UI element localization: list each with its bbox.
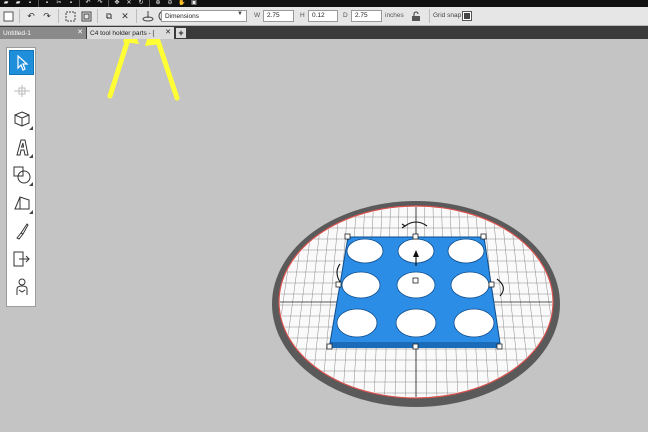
divider (108, 0, 109, 7)
group-icon[interactable] (63, 9, 77, 23)
copy-icon[interactable]: ⧉ (102, 9, 116, 23)
depth-label: D (343, 12, 348, 19)
height-label: H (300, 12, 305, 19)
print-icon[interactable]: ▪ (41, 0, 53, 7)
shapes-tool[interactable] (9, 162, 34, 187)
height-field[interactable]: 0.12 (308, 10, 338, 22)
grid-snap-label: Grid snap (433, 12, 462, 19)
redo-icon[interactable]: ↷ (94, 0, 106, 7)
figure-icon (16, 278, 27, 295)
cursor-icon (16, 54, 29, 71)
submenu-corner (29, 126, 33, 130)
select-tool[interactable] (9, 50, 34, 75)
primitives-tool[interactable] (9, 106, 34, 131)
divider (149, 0, 150, 7)
select-box-icon[interactable] (1, 9, 15, 23)
cube-icon (14, 110, 29, 127)
save-icon[interactable]: ▪ (24, 0, 36, 7)
rotate-icon[interactable]: ↻ (135, 0, 147, 7)
import-tool[interactable] (9, 246, 34, 271)
drop-to-base-icon[interactable] (141, 9, 155, 23)
pan-icon[interactable]: ✥ (111, 0, 123, 7)
tab-label: C4 tool holder parts - [ (90, 29, 155, 37)
figure-tool[interactable] (9, 274, 34, 299)
folder-open-icon[interactable]: ▰ (0, 0, 12, 7)
fit-icon[interactable]: ▣ (188, 0, 200, 7)
folder-icon[interactable]: ▰ (12, 0, 24, 7)
width-field[interactable]: 2.75 (263, 10, 294, 22)
divider (79, 0, 80, 7)
submenu-corner (29, 154, 33, 158)
delete-icon[interactable]: ✕ (118, 9, 132, 23)
submenu-corner (29, 182, 33, 186)
zoom-out-icon[interactable]: ⊖ (164, 0, 176, 7)
dimensions-select[interactable]: Dimensions ▼ (161, 10, 247, 22)
viewport-3d[interactable] (0, 39, 648, 432)
divider (38, 0, 39, 7)
grid-snap-checkbox[interactable] (462, 11, 472, 21)
scene (107, 39, 560, 407)
width-label: W (254, 12, 261, 19)
depth-field[interactable]: 2.75 (351, 10, 382, 22)
property-toolbar: ↶ ↷ ⧉ ✕ Dimensions ▼ W 2.75 H 0.12 D 2.7… (0, 7, 648, 26)
redo-icon[interactable]: ↷ (40, 9, 54, 23)
move-tool[interactable] (9, 78, 34, 103)
text-tool[interactable] (9, 134, 34, 159)
shapes-icon (13, 166, 30, 183)
tab-untitled-1[interactable]: Untitled-1 ✕ (0, 27, 86, 39)
submenu-corner (29, 210, 33, 214)
move-arrows-icon (13, 84, 30, 97)
divider (58, 9, 59, 23)
knife-icon (15, 222, 29, 240)
divider (429, 9, 430, 23)
dimensions-select-value: Dimensions (165, 12, 199, 20)
divider (136, 9, 137, 23)
tool-panel (6, 47, 36, 307)
divider (19, 9, 20, 23)
hand-icon[interactable]: ✋ (176, 0, 188, 7)
undo-icon[interactable]: ↶ (82, 0, 94, 7)
text-a-icon (15, 139, 29, 155)
extrude-icon (13, 195, 29, 209)
scissors-icon[interactable]: ✂ (53, 0, 65, 7)
annotation-arrows (107, 39, 180, 101)
chevron-down-icon: ▼ (237, 11, 243, 17)
top-icon-strip: ▰ ▰ ▪ ▪ ✂ ▪ ↶ ↷ ✥ ✕ ↻ ⊕ ⊖ ✋ ▣ (0, 0, 648, 7)
move-icon[interactable]: ✕ (123, 0, 135, 7)
units-label: inches (385, 12, 404, 19)
import-icon (13, 251, 30, 266)
zoom-in-icon[interactable]: ⊕ (152, 0, 164, 7)
close-icon[interactable]: ✕ (77, 28, 83, 36)
lock-icon[interactable] (410, 10, 422, 22)
divider (97, 9, 98, 23)
cut-tool[interactable] (9, 218, 34, 243)
ungroup-icon[interactable] (79, 9, 93, 23)
trash-icon[interactable]: ▪ (65, 0, 77, 7)
close-icon[interactable]: ✕ (165, 28, 171, 36)
tab-label: Untitled-1 (3, 29, 31, 37)
tab-c4-tool-holder-parts[interactable]: C4 tool holder parts - [ ✕ (87, 27, 174, 39)
add-tab-button[interactable]: + (176, 28, 186, 38)
extrude-tool[interactable] (9, 190, 34, 215)
undo-icon[interactable]: ↶ (24, 9, 38, 23)
document-tabs: Untitled-1 ✕ C4 tool holder parts - [ ✕ … (0, 26, 648, 39)
